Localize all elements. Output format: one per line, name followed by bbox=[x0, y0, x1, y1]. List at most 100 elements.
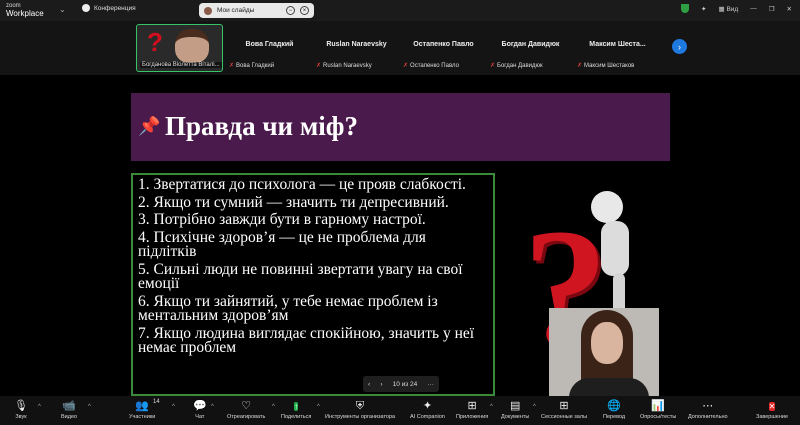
prev-slide-button[interactable]: ‹ bbox=[368, 381, 370, 388]
grid-icon: ▦ bbox=[718, 5, 725, 13]
slide-navigation: ‹ › 10 из 24 ··· bbox=[363, 376, 439, 392]
share-options-caret[interactable]: ^ bbox=[317, 404, 320, 410]
meeting-info-button[interactable]: Конференция bbox=[82, 4, 136, 12]
translate-button[interactable]: 🌐 Перевод bbox=[603, 400, 625, 420]
participant-tile[interactable]: Вова Гладкий ✗ Вова Гладкий bbox=[226, 24, 313, 72]
figure-body bbox=[601, 221, 629, 276]
shield-icon[interactable] bbox=[681, 4, 690, 13]
apps-grid-icon: ⊞ bbox=[467, 400, 477, 412]
mic-muted-icon: ✗ bbox=[316, 63, 322, 69]
breakout-rooms-button[interactable]: ⊞ Сессионные залы bbox=[541, 400, 587, 420]
more-options-icon[interactable]: ··· bbox=[427, 381, 434, 388]
window-controls: ✦ ▦ Вид — ❐ ✕ bbox=[681, 4, 792, 13]
logo-bottom-text: Workplace bbox=[6, 9, 44, 18]
presenter-avatar bbox=[204, 6, 212, 15]
list-item: 3. Потрібно завжди бути в гарному настро… bbox=[138, 211, 426, 228]
question-mark-image: ? bbox=[147, 27, 163, 57]
react-options-caret[interactable]: ^ bbox=[272, 404, 275, 410]
meeting-label: Конференция bbox=[94, 4, 136, 12]
participant-video bbox=[175, 29, 209, 63]
chat-icon: 💬 bbox=[193, 400, 207, 412]
view-menu[interactable]: ▦ Вид bbox=[718, 5, 738, 13]
participant-label: ✗ Богдан Давидюк bbox=[490, 62, 543, 70]
minus-icon[interactable]: − bbox=[286, 6, 295, 15]
participant-strip: ? Богданова Віолетта Віталі... Вова Глад… bbox=[0, 21, 800, 75]
meeting-toolbar: 🎙 Звук ^ 📹 Видео ^ 👥 Участники 14 ^ 💬 Чат ^ … bbox=[0, 396, 800, 425]
page-indicator: 10 из 24 bbox=[392, 380, 418, 388]
participant-name: Максим Шеста... bbox=[589, 41, 646, 48]
participant-tile[interactable]: Ruslan Naraevsky ✗ Ruslan Naraevsky bbox=[313, 24, 400, 72]
slide-title-band: 📌 Правда чи міф? bbox=[131, 93, 670, 161]
chevron-right-icon: › bbox=[678, 41, 681, 52]
figure-head bbox=[591, 191, 623, 223]
people-icon: 👥 bbox=[135, 400, 149, 412]
maximize-icon[interactable]: ❐ bbox=[769, 5, 775, 13]
participants-button[interactable]: 👥 Участники bbox=[129, 400, 155, 420]
apps-options-caret[interactable]: ^ bbox=[490, 404, 493, 410]
list-item: 5. Сильні люди не повинні звертати увагу… bbox=[138, 260, 463, 292]
mic-muted-icon: ✗ bbox=[403, 63, 409, 69]
close-icon: ✕ bbox=[768, 402, 776, 411]
next-page-button[interactable]: › bbox=[672, 39, 687, 54]
shield-icon: ⛨ bbox=[355, 400, 365, 412]
participants-options-caret[interactable]: ^ bbox=[172, 404, 175, 410]
docs-options-caret[interactable]: ^ bbox=[533, 404, 536, 410]
participant-tile[interactable]: Максим Шеста... ✗ Максим Шестаков bbox=[574, 24, 661, 72]
minimize-icon[interactable]: — bbox=[750, 5, 757, 12]
paw-icon bbox=[82, 4, 90, 12]
participant-tile-self[interactable]: ? Богданова Віолетта Віталі... bbox=[136, 24, 223, 72]
slide-content-box: 1. Звертатися до психолога — це прояв сл… bbox=[131, 173, 495, 396]
list-item: 7. Якщо людина виглядає спокійною, значи… bbox=[138, 324, 475, 356]
camera-icon: 📹 bbox=[62, 400, 76, 412]
chevron-down-icon[interactable]: ⌄ bbox=[59, 5, 66, 14]
title-bar: zoom Workplace ⌄ Конференция Мои слайды … bbox=[0, 0, 800, 21]
share-button[interactable]: ↑ Поделиться bbox=[281, 400, 311, 420]
participant-tile[interactable]: Богдан Давидюк ✗ Богдан Давидюк bbox=[487, 24, 574, 72]
polls-button[interactable]: 📊 Опросы/тесты bbox=[640, 400, 676, 420]
react-button[interactable]: ♡ Отреагировать bbox=[227, 400, 265, 420]
mic-muted-icon: ✗ bbox=[577, 63, 583, 69]
audio-options-caret[interactable]: ^ bbox=[38, 404, 41, 410]
apps-button[interactable]: ⊞ Приложения bbox=[456, 400, 488, 420]
participant-label: ✗ Максим Шестаков bbox=[577, 62, 635, 70]
screen-share-pill[interactable]: Мои слайды − × bbox=[199, 3, 314, 18]
close-icon[interactable]: × bbox=[300, 6, 309, 15]
pushpin-icon: 📌 bbox=[138, 116, 161, 136]
participant-label: ✗ Остапенко Павло bbox=[403, 62, 459, 70]
participant-name: Вова Гладкий bbox=[245, 41, 294, 48]
chat-button[interactable]: 💬 Чат bbox=[193, 400, 207, 420]
list-item: 6. Якщо ти зайнятий, у тебе немає пробле… bbox=[138, 292, 438, 324]
next-slide-button[interactable]: › bbox=[380, 381, 382, 388]
host-tools-button[interactable]: ⛨ Инструменты организатора bbox=[325, 400, 395, 420]
slide-title: Правда чи міф? bbox=[165, 111, 358, 141]
rooms-grid-icon: ⊞ bbox=[559, 400, 569, 412]
chat-options-caret[interactable]: ^ bbox=[211, 404, 214, 410]
audio-button[interactable]: 🎙 Звук bbox=[14, 400, 28, 420]
end-meeting-button[interactable]: ✕ Завершение bbox=[756, 400, 788, 420]
participant-label: ✗ Вова Гладкий bbox=[229, 62, 275, 70]
participant-tile[interactable]: Остапенко Павло ✗ Остапенко Павло bbox=[400, 24, 487, 72]
sparkle-icon: ✦ bbox=[422, 400, 433, 412]
bar-chart-icon: 📊 bbox=[651, 400, 666, 412]
close-window-icon[interactable]: ✕ bbox=[787, 5, 792, 13]
docs-button[interactable]: ▤ Документы bbox=[501, 400, 529, 420]
heart-icon: ♡ bbox=[241, 400, 252, 412]
zoom-logo: zoom Workplace bbox=[6, 2, 48, 18]
list-item: 2. Якщо ти сумний — значить ти депресивн… bbox=[138, 193, 449, 211]
ai-companion-button[interactable]: ✦ AI Companion bbox=[410, 400, 445, 420]
participant-label: ✗ Ruslan Naraevsky bbox=[316, 62, 372, 70]
more-button[interactable]: ⋯ Дополнительно bbox=[688, 400, 728, 420]
document-icon: ▤ bbox=[509, 400, 521, 412]
ellipsis-icon: ⋯ bbox=[702, 400, 714, 412]
presenter-video[interactable] bbox=[549, 308, 659, 396]
screen-share-label: Мои слайды bbox=[217, 7, 255, 14]
participant-name: Богдан Давидюк bbox=[501, 41, 560, 48]
presenter-shirt bbox=[569, 378, 649, 396]
sparkle-icon[interactable]: ✦ bbox=[701, 5, 706, 13]
share-arrow-icon: ↑ bbox=[294, 402, 299, 411]
video-button[interactable]: 📹 Видео bbox=[61, 400, 77, 420]
view-label: Вид bbox=[726, 5, 739, 13]
video-options-caret[interactable]: ^ bbox=[88, 404, 91, 410]
participant-name: Остапенко Павло bbox=[413, 41, 474, 48]
microphone-icon: 🎙 bbox=[14, 400, 28, 412]
